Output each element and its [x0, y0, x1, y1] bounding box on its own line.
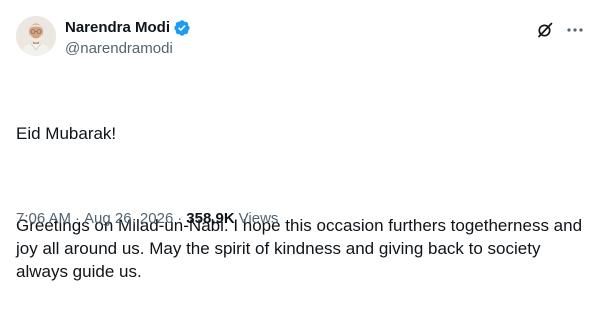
author-name-row: Narendra Modi [65, 18, 191, 38]
avatar-image [16, 16, 56, 56]
post-time[interactable]: 7:06 AM [16, 209, 71, 229]
post-text-line-1: Eid Mubarak! [16, 124, 117, 143]
author-info: Narendra Modi @narendramodi [65, 18, 191, 59]
more-options-icon[interactable] [565, 20, 585, 40]
author-display-name[interactable]: Narendra Modi [65, 18, 170, 38]
post-date[interactable]: Aug 26, 2026 [84, 209, 173, 229]
views-count: 358.9K [186, 210, 235, 227]
views-label: Views [238, 210, 279, 227]
verified-badge-icon[interactable] [173, 19, 191, 37]
meta-separator: · [75, 210, 81, 227]
author-handle[interactable]: @narendramodi [65, 39, 191, 59]
meta-separator-views: · [177, 210, 183, 227]
avatar[interactable] [16, 16, 56, 56]
post-text: Eid Mubarak! Greetings on Milad-un-Nabi.… [16, 76, 591, 329]
post-metadata: 7:06 AM · Aug 26, 2026 · 358.9K Views [16, 209, 278, 229]
grok-icon[interactable] [535, 20, 555, 40]
tweet-card: Narendra Modi @narendramodi Eid Mubarak!… [0, 0, 601, 281]
post-actions [535, 20, 585, 40]
